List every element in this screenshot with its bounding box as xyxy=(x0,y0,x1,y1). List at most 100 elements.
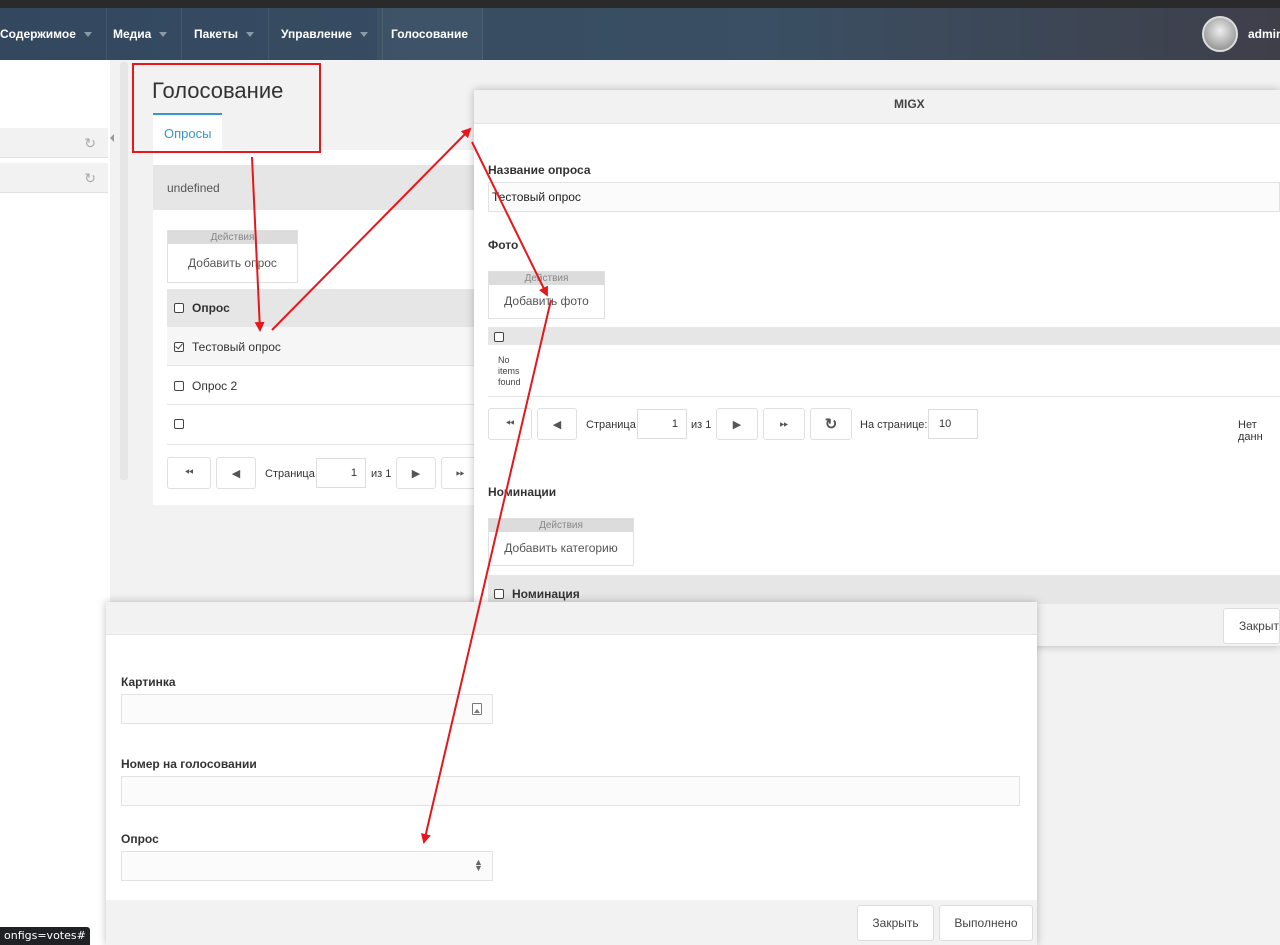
row-checkbox[interactable] xyxy=(174,419,184,429)
nav-menu-content[interactable]: Содержимое xyxy=(0,8,107,60)
image-label: Картинка xyxy=(121,675,176,689)
prev-page-button[interactable]: ◀︎ xyxy=(216,457,256,489)
tree-row[interactable]: ↻ xyxy=(0,163,108,193)
status-url: onfigs=votes# xyxy=(0,927,90,945)
panel-splitter[interactable] xyxy=(120,62,128,480)
first-page-button[interactable]: ⏪︎ xyxy=(167,457,211,489)
table-row[interactable] xyxy=(167,405,483,445)
actions-header: Действия xyxy=(168,231,297,244)
image-input[interactable] xyxy=(121,694,493,724)
nav-label: Пакеты xyxy=(194,27,238,41)
poll-name-label: Название опроса xyxy=(488,163,591,177)
per-page-label: На странице: xyxy=(860,419,928,431)
nav-menu-media[interactable]: Медиа xyxy=(99,8,183,60)
migx-close-button[interactable]: Закрыт xyxy=(1223,608,1280,644)
image-glyph xyxy=(474,709,480,713)
page-label: Страница xyxy=(586,419,636,431)
nav-menu-voting[interactable]: Голосование xyxy=(377,8,484,60)
photo-actions-group: Действия Добавить фото xyxy=(488,271,605,319)
dialog-close-button[interactable]: Закрыть xyxy=(857,905,934,941)
actions-header: Действия xyxy=(489,272,604,285)
double-left-icon: ⏪︎ xyxy=(184,466,194,479)
add-category-button[interactable]: Добавить категорию xyxy=(489,532,633,564)
nav-label: Управление xyxy=(281,27,352,41)
dialog-done-button[interactable]: Выполнено xyxy=(939,905,1033,941)
photo-select-all-checkbox[interactable] xyxy=(494,332,504,342)
refresh-icon: ↻ xyxy=(824,416,838,433)
collapse-arrow-icon[interactable] xyxy=(110,134,114,142)
column-label: Опрос xyxy=(192,301,230,315)
tab-polls[interactable]: Опросы xyxy=(153,113,223,151)
vote-number-label: Номер на голосовании xyxy=(121,757,257,771)
poll-name-input[interactable]: Тестовый опрос xyxy=(488,182,1280,212)
row-label: Тестовый опрос xyxy=(192,340,281,354)
username[interactable]: admin xyxy=(1248,27,1280,41)
select-all-checkbox[interactable] xyxy=(494,589,504,599)
right-icon: ▶︎ xyxy=(411,467,421,480)
row-content: Опрос 2 xyxy=(174,379,237,393)
page-number-input[interactable]: 1 xyxy=(316,458,366,488)
page-of-label: из 1 xyxy=(371,468,392,480)
no-data-text: Нет данн xyxy=(1238,419,1263,443)
avatar[interactable] xyxy=(1202,16,1238,52)
page-label: Страница xyxy=(265,468,315,480)
photo-grid-body xyxy=(488,345,1280,397)
nominations-column-header[interactable]: Номинация xyxy=(494,587,580,601)
migx-window-title: MIGX xyxy=(894,97,925,111)
left-icon: ◀︎ xyxy=(552,418,562,431)
double-right-icon: ⏩︎ xyxy=(456,466,465,479)
row-label: Опрос 2 xyxy=(192,379,238,393)
right-icon: ▶︎ xyxy=(732,418,742,431)
refresh-icon[interactable]: ↻ xyxy=(84,170,96,187)
edit-dialog-header[interactable] xyxy=(106,602,1037,635)
no-items-message: No items found xyxy=(498,355,521,387)
photo-page-number-input[interactable]: 1 xyxy=(637,409,687,439)
select-all-checkbox[interactable] xyxy=(174,303,184,313)
nav-menu-management[interactable]: Управление xyxy=(267,8,383,60)
left-icon: ◀︎ xyxy=(231,467,241,480)
nav-label: Голосование xyxy=(391,27,469,41)
image-browse-icon[interactable] xyxy=(472,703,482,715)
nav-menu-packages[interactable]: Пакеты xyxy=(180,8,269,60)
select-updown-icon: ▲ ▼ xyxy=(474,857,483,873)
actions-header: Действия xyxy=(489,519,633,532)
grid-column-header[interactable]: Опрос xyxy=(174,301,230,315)
row-content xyxy=(174,419,192,429)
row-content: Тестовый опрос xyxy=(174,340,281,354)
next-page-button[interactable]: ▶︎ xyxy=(396,457,436,489)
page-title: Голосование xyxy=(152,78,284,103)
poll-select-label: Опрос xyxy=(121,832,159,846)
edit-dialog xyxy=(106,602,1037,945)
actions-group: Действия Добавить опрос xyxy=(167,230,298,283)
refresh-icon[interactable]: ↻ xyxy=(84,135,96,152)
photo-label: Фото xyxy=(488,238,519,252)
per-page-input[interactable]: 10 xyxy=(928,409,978,439)
photo-refresh-button[interactable]: ↻ xyxy=(810,408,852,440)
poll-select[interactable] xyxy=(121,851,493,881)
row-checkbox[interactable] xyxy=(174,381,184,391)
nominations-label: Номинации xyxy=(488,485,557,499)
photo-prev-page-button[interactable]: ◀︎ xyxy=(537,408,577,440)
migx-window-header[interactable] xyxy=(474,90,1280,124)
nominations-actions-group: Действия Добавить категорию xyxy=(488,518,634,566)
nav-label: Медиа xyxy=(113,27,152,41)
page-of-label: из 1 xyxy=(691,419,712,431)
row-checkbox[interactable] xyxy=(174,342,184,352)
double-right-icon: ⏩︎ xyxy=(779,417,789,430)
nav-label: Содержимое xyxy=(0,27,76,41)
chevron-down-icon xyxy=(245,31,254,37)
chevron-down-icon xyxy=(359,31,368,37)
photo-first-page-button[interactable]: ⏪︎ xyxy=(488,408,532,440)
add-poll-button[interactable]: Добавить опрос xyxy=(168,244,297,282)
tree-row[interactable]: ↻ xyxy=(0,128,108,158)
chevron-down-icon xyxy=(83,31,92,37)
column-label: Номинация xyxy=(512,587,580,601)
add-photo-button[interactable]: Добавить фото xyxy=(489,285,604,317)
nominations-grid-header xyxy=(488,575,1280,604)
chevron-down-icon xyxy=(159,31,168,37)
photo-grid-header xyxy=(488,327,1280,345)
photo-next-page-button[interactable]: ▶︎ xyxy=(716,408,758,440)
panel-header-text: undefined xyxy=(167,181,220,195)
photo-last-page-button[interactable]: ⏩︎ xyxy=(763,408,805,440)
vote-number-input[interactable] xyxy=(121,776,1020,806)
